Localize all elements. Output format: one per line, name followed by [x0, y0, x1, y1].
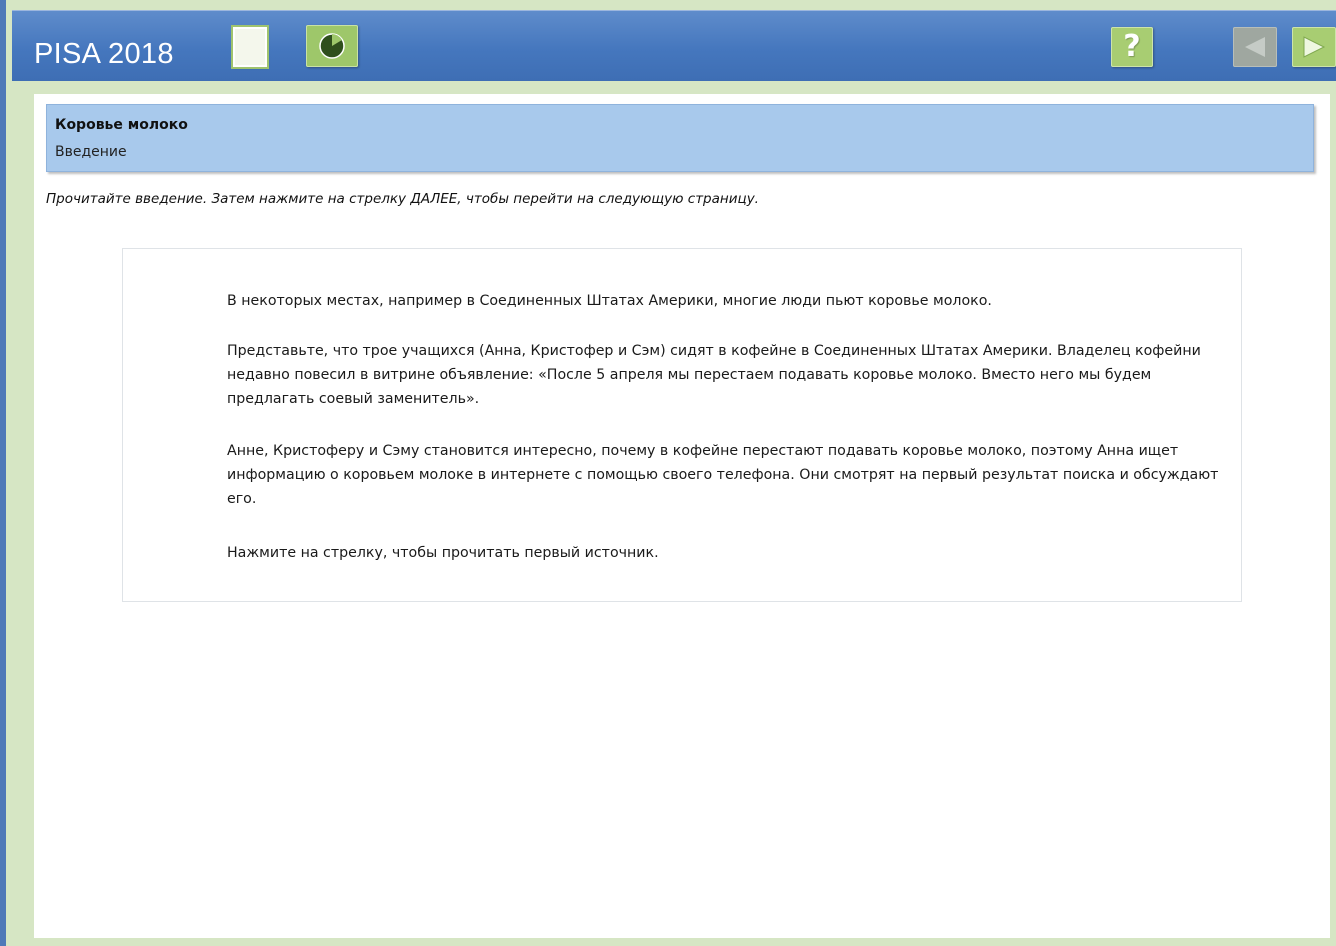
unit-title: Коровье молоко [55, 117, 188, 133]
timer-icon [319, 33, 345, 59]
document-icon[interactable] [233, 27, 267, 67]
passage-paragraph: Нажмите на стрелку, чтобы прочитать перв… [227, 545, 659, 561]
passage-box: В некоторых местах, например в Соединенн… [122, 248, 1242, 602]
app-frame: PISA 2018 ? Коровье молоко Введение Проч… [0, 0, 1336, 946]
top-toolbar: PISA 2018 ? [12, 10, 1336, 81]
app-title: PISA 2018 [34, 38, 174, 70]
timer-button[interactable] [306, 25, 358, 67]
previous-arrow-icon [1245, 37, 1265, 57]
unit-header: Коровье молоко Введение [46, 104, 1314, 172]
passage-paragraph: Анне, Кристоферу и Сэму становится интер… [227, 443, 1219, 507]
help-button[interactable]: ? [1111, 27, 1153, 67]
content-area: Коровье молоко Введение Прочитайте введе… [34, 94, 1330, 938]
passage-paragraph: В некоторых местах, например в Соединенн… [227, 293, 992, 309]
next-arrow-icon [1303, 36, 1326, 58]
previous-button[interactable] [1233, 27, 1277, 67]
passage-paragraph: Представьте, что трое учащихся (Анна, Кр… [227, 343, 1201, 407]
instruction-text: Прочитайте введение. Затем нажмите на ст… [46, 191, 759, 207]
unit-subtitle: Введение [55, 144, 127, 160]
help-icon: ? [1123, 29, 1141, 64]
next-button[interactable] [1292, 27, 1336, 67]
